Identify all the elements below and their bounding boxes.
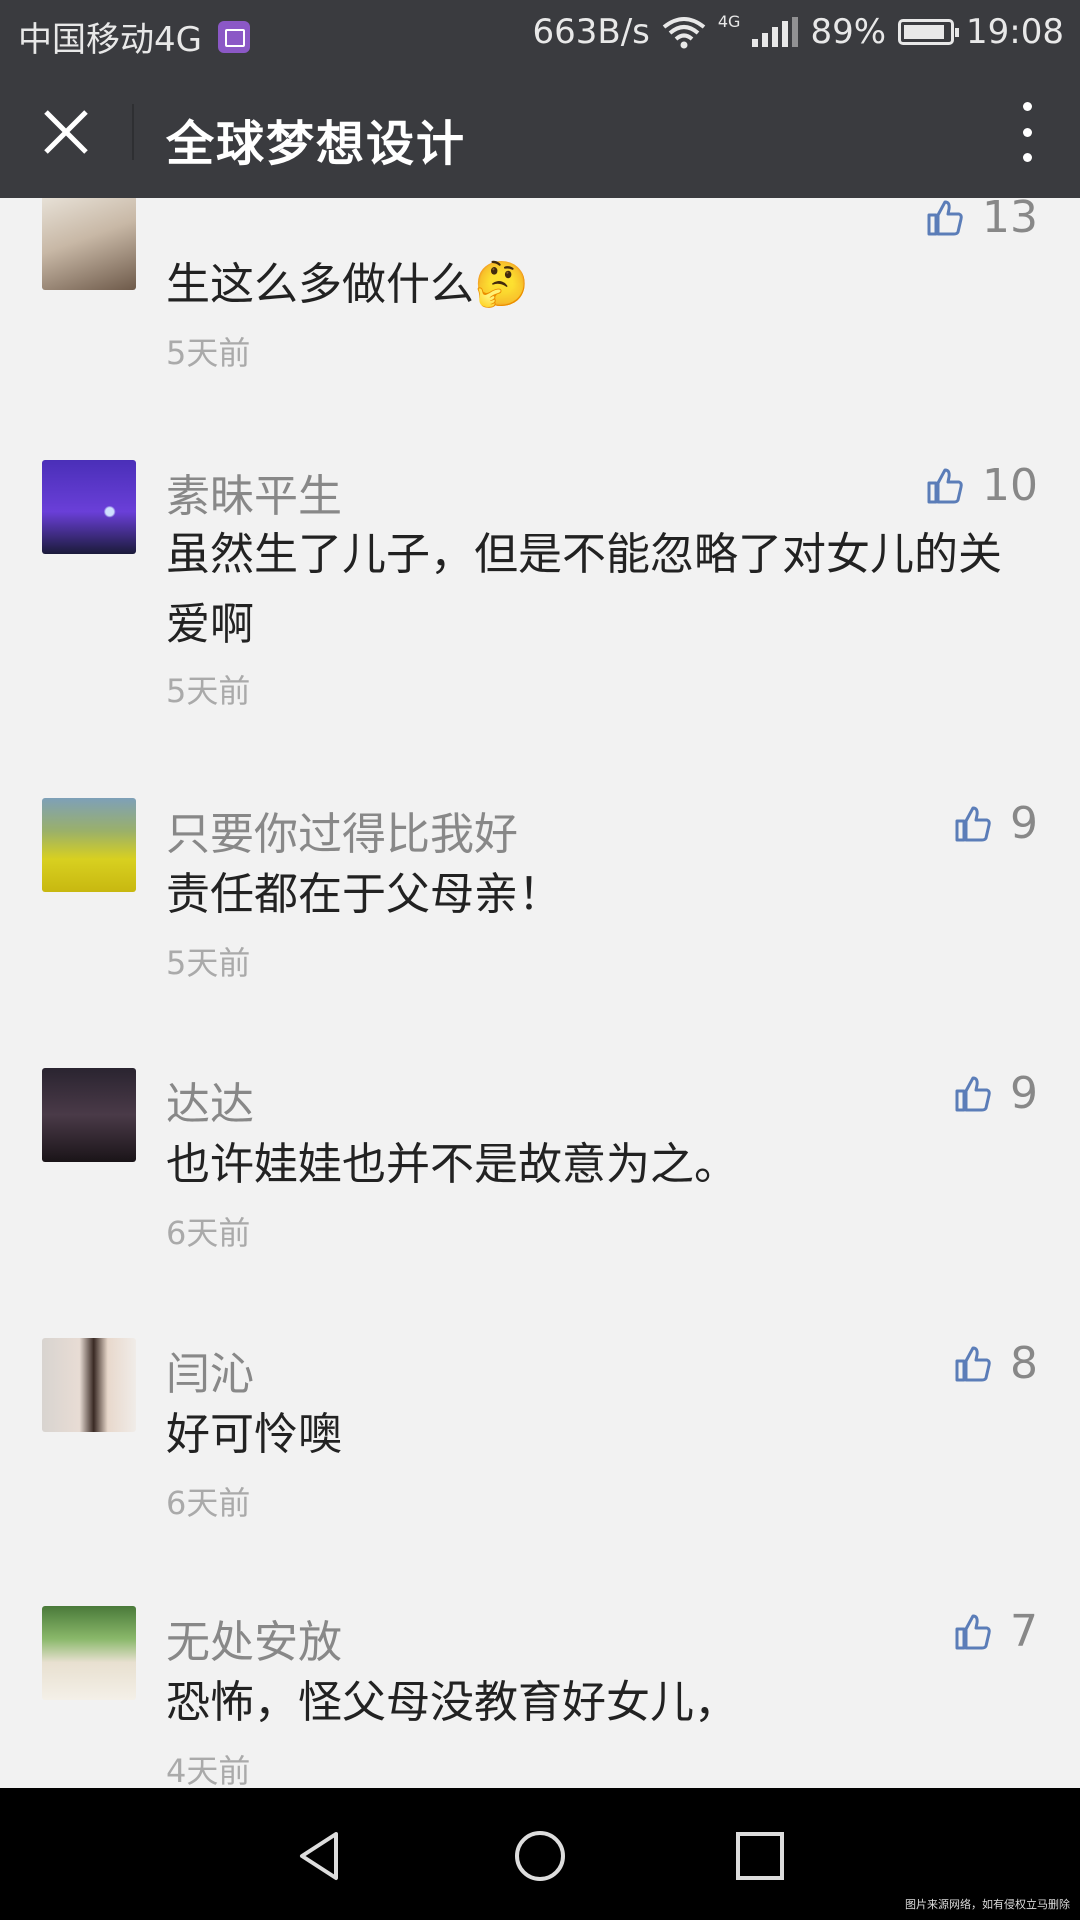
thumbs-up-icon [955, 1076, 991, 1111]
like-count: 8 [1010, 1338, 1038, 1389]
comment-text: 生这么多做什么🤔 [166, 259, 529, 310]
like-count: 7 [1010, 1606, 1038, 1657]
comment-time: 6天前 [166, 1214, 251, 1252]
like-button[interactable]: 7 [954, 1606, 1038, 1657]
thumbs-up-icon [955, 806, 991, 841]
more-vertical-icon[interactable] [1012, 102, 1042, 162]
avatar[interactable] [42, 1068, 136, 1162]
like-count: 9 [1010, 1068, 1038, 1119]
title-bar: 全球梦想设计 [0, 66, 1080, 198]
comment-time: 4天前 [166, 1752, 251, 1788]
home-icon[interactable] [512, 1828, 568, 1884]
avatar[interactable] [42, 798, 136, 892]
comment-text: 也许娃娃也并不是故意为之。 [166, 1139, 738, 1190]
commenter-name[interactable]: 闫沁 [166, 1338, 254, 1402]
comment-text: 恐怖，怪父母没教育好女儿， [166, 1677, 738, 1728]
thumbs-up-icon [927, 200, 963, 235]
comment-time: 5天前 [166, 944, 251, 982]
battery-percent: 89% [810, 12, 887, 52]
recents-icon[interactable] [732, 1828, 788, 1884]
navigation-bar: 图片来源网络，如有侵权立马删除 [0, 1788, 1080, 1920]
clock: 19:08 [966, 12, 1064, 52]
commenter-name[interactable]: 素昧平生 [166, 460, 342, 524]
image-notification-icon [217, 20, 250, 53]
like-button[interactable]: 9 [954, 798, 1038, 849]
wifi-icon [662, 17, 706, 49]
title-divider [132, 104, 134, 160]
like-button[interactable]: 8 [954, 1338, 1038, 1389]
like-count: 9 [1010, 798, 1038, 849]
avatar[interactable] [42, 460, 136, 554]
watermark: 图片来源网络，如有侵权立马删除 [905, 1898, 1070, 1911]
close-icon[interactable] [38, 104, 94, 160]
comment-text: 责任都在于父母亲！ [166, 869, 562, 920]
avatar[interactable] [42, 1338, 136, 1432]
commenter-name[interactable]: 无处安放 [166, 1606, 342, 1670]
like-button[interactable]: 13 [926, 198, 1038, 243]
signal-icon [752, 17, 799, 47]
like-count: 13 [982, 198, 1038, 243]
network-type: 4G [717, 12, 741, 31]
battery-icon [898, 19, 960, 45]
avatar[interactable] [42, 1606, 136, 1700]
status-bar: 中国移动4G 663B/s 4G 89% 19:08 [0, 0, 1080, 66]
avatar[interactable] [42, 198, 136, 290]
comment-time: 6天前 [166, 1484, 251, 1522]
like-button[interactable]: 9 [954, 1068, 1038, 1119]
comment-text: 好可怜噢 [166, 1409, 342, 1460]
comment-time: 5天前 [166, 334, 251, 372]
commenter-name[interactable]: 只要你过得比我好 [166, 798, 518, 862]
comment-list[interactable]: 13 生这么多做什么🤔 5天前 素昧平生 10 虽然生了儿子，但是不能忽略了对女… [0, 198, 1080, 1788]
page-title: 全球梦想设计 [166, 116, 467, 172]
thumbs-up-icon [927, 468, 963, 503]
like-button[interactable]: 10 [926, 460, 1038, 511]
carrier-label: 中国移动4G [18, 20, 202, 60]
comment-text: 虽然生了儿子，但是不能忽略了对女儿的关爱啊 [166, 529, 1002, 650]
commenter-name[interactable]: 达达 [166, 1068, 254, 1132]
thumbs-up-icon [955, 1614, 991, 1649]
comment-time: 5天前 [166, 672, 251, 710]
like-count: 10 [982, 460, 1038, 511]
net-speed: 663B/s [532, 12, 650, 52]
thumbs-up-icon [955, 1346, 991, 1381]
back-icon[interactable] [292, 1828, 348, 1884]
